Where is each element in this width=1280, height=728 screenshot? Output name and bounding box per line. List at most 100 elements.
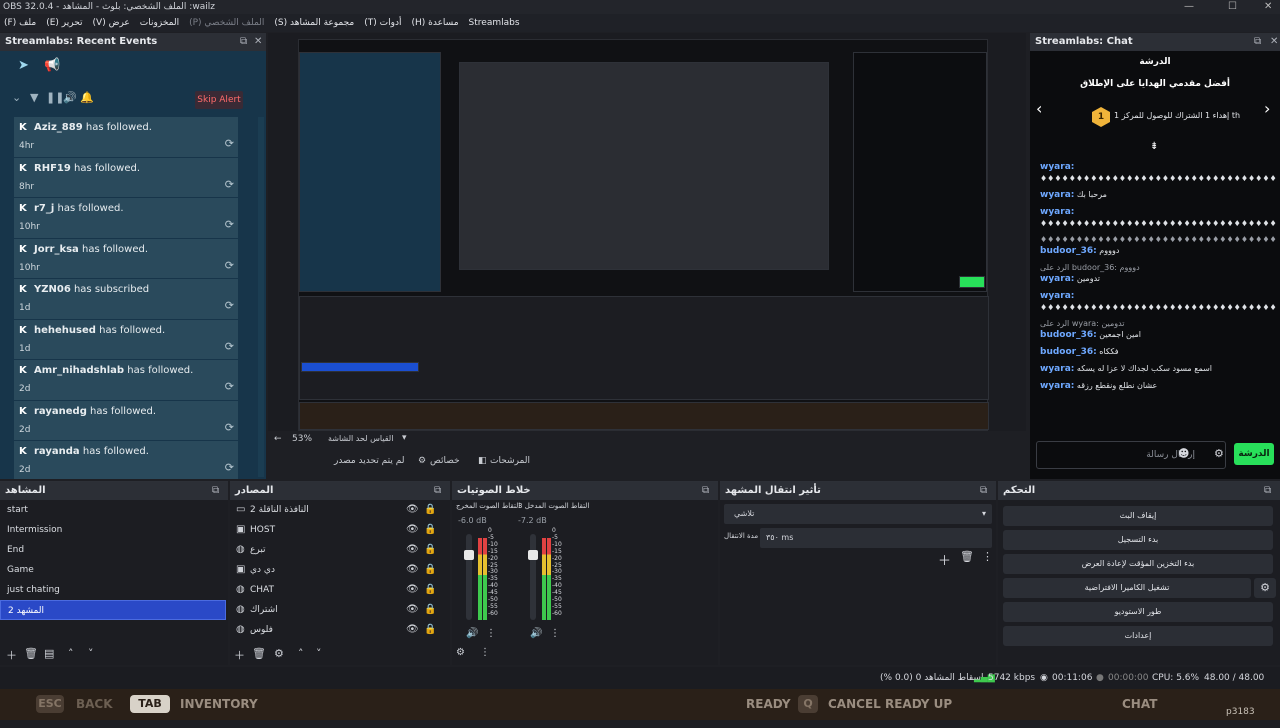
replay-icon[interactable]: ⟳ [225,299,234,312]
float-icon[interactable]: ⧉ [702,482,709,500]
maximize-icon[interactable]: ☐ [1228,0,1237,14]
gear-icon[interactable]: ⚙ [418,456,426,466]
control-button-3[interactable]: تشغيل الكاميرا الافتراضية [1003,578,1251,598]
lock-icon[interactable]: 🔒 [424,520,436,540]
replay-icon[interactable]: ⟳ [225,259,234,272]
channel-2-slider-handle[interactable] [528,550,538,560]
filter-icon[interactable]: ◧ [478,456,487,466]
skip-alert-button[interactable]: Skip Alert [195,91,243,109]
event-item[interactable]: K RHF19 has followed. 8hr ⟳ [14,157,238,198]
scene-item[interactable]: Intermission [0,520,226,540]
fit-scale-label[interactable]: القياس لحد الشاشة [328,434,393,443]
control-button-2[interactable]: بدء التخزين المؤقت لإعادة العرض [1003,554,1273,574]
channel-1-slider-handle[interactable] [464,550,474,560]
lock-icon[interactable]: 🔒 [424,560,436,580]
chevron-left-icon[interactable]: ‹ [1036,99,1042,118]
chevron-down-icon[interactable]: ˅ [316,647,322,661]
trash-icon[interactable]: 🗑 [960,550,974,563]
volume-icon[interactable]: 🔊 [466,628,478,639]
scene-item[interactable]: just chating [0,580,226,600]
chat-username[interactable]: budoor_36: [1040,330,1097,340]
replay-icon[interactable]: ⟳ [225,421,234,434]
gear-icon[interactable]: ⚙ [274,647,284,661]
transition-type-select[interactable]: تلاشي ▾ [724,504,992,524]
events-scrollbar[interactable] [258,117,264,477]
eye-icon[interactable]: 👁 [406,520,419,540]
eye-icon[interactable]: 👁 [406,620,419,640]
source-item[interactable]: ▭ النافذة الناقلة 2 👁 🔒 [230,500,448,520]
menu-item-3[interactable]: المخزونات [140,14,179,32]
float-icon[interactable]: ⧉ [1254,33,1261,51]
gear-icon[interactable]: ⚙ [1214,447,1224,460]
pause-icon[interactable]: ❚❚ [46,91,64,104]
source-item[interactable]: ◍ فلوس 👁 🔒 [230,620,448,640]
properties-button[interactable]: خصائص [430,456,460,466]
lock-icon[interactable]: 🔒 [424,500,436,520]
more-icon[interactable]: ⋮ [550,628,560,639]
chat-username[interactable]: wyara: [1040,381,1074,391]
menu-item-8[interactable]: Streamlabs [469,14,520,32]
chat-username[interactable]: budoor_36: [1040,246,1097,256]
volume-icon[interactable]: 🔊 [63,91,77,104]
scene-item[interactable]: Game [0,560,226,580]
duration-input[interactable]: ٣٥٠ ms [760,528,992,548]
float-icon[interactable]: ⧉ [212,482,219,500]
stream-preview-screen[interactable] [298,39,989,431]
mixer-settings-icon[interactable]: ⚙ [456,647,465,661]
close-panel-icon[interactable]: ✕ [254,33,262,51]
eye-icon[interactable]: 👁 [406,580,419,600]
menu-item-1[interactable]: (E) تحرير [46,14,82,32]
send-icon[interactable]: ➤ [18,58,29,73]
more-icon[interactable]: ⋮ [486,628,496,639]
chat-username[interactable]: wyara: [1040,364,1074,374]
filter-icon[interactable]: ▤ [44,647,54,661]
pin-icon[interactable]: ⇟ [1150,141,1158,152]
chat-username[interactable]: wyara: [1040,274,1074,284]
replay-icon[interactable]: ⟳ [225,137,234,150]
float-icon[interactable]: ⧉ [240,33,247,51]
add-icon[interactable]: ＋ [6,647,17,662]
replay-icon[interactable]: ⟳ [225,340,234,353]
source-item[interactable]: ▣ HOST 👁 🔒 [230,520,448,540]
menu-item-0[interactable]: (F) ملف [4,14,36,32]
chat-username[interactable]: wyara: [1040,190,1074,200]
chat-username[interactable]: wyara: [1040,291,1074,301]
chevron-right-icon[interactable]: › [1264,99,1270,118]
channel-1-slider[interactable] [466,534,472,620]
chat-username[interactable]: budoor_36: [1040,347,1097,357]
control-button-0[interactable]: إيقاف البث [1003,506,1273,526]
chevron-down-icon[interactable]: ˅ [88,647,94,661]
gear-icon[interactable]: ⚙ [1254,578,1276,598]
channel-2-slider[interactable] [530,534,536,620]
event-item[interactable]: Khehehused has followed. 1d ⟳ [14,319,238,360]
bell-icon[interactable]: 🔔 [80,91,94,104]
source-item[interactable]: ◍ اشتراك 👁 🔒 [230,600,448,620]
replay-icon[interactable]: ⟳ [225,380,234,393]
chat-input[interactable]: إرسال رسالة [1036,441,1226,469]
add-icon[interactable]: ＋ [234,647,245,662]
chat-username[interactable]: wyara: [1040,162,1074,172]
eye-icon[interactable]: 👁 [406,500,419,520]
event-item[interactable]: K Jorr_ksa has followed. 10hr ⟳ [14,238,238,279]
scene-item[interactable]: المشهد 2 [0,600,226,620]
replay-icon[interactable]: ⟳ [225,218,234,231]
float-icon[interactable]: ⧉ [980,482,987,500]
lock-icon[interactable]: 🔒 [424,540,436,560]
trash-icon[interactable]: 🗑 [252,647,266,661]
source-item[interactable]: ◍ تبرع 👁 🔒 [230,540,448,560]
float-icon[interactable]: ⧉ [1264,482,1271,500]
volume-icon[interactable]: 🔊 [530,628,542,639]
more-icon[interactable]: ⋮ [982,550,993,563]
float-icon[interactable]: ⧉ [434,482,441,500]
eye-icon[interactable]: 👁 [406,560,419,580]
menu-item-4[interactable]: (P) الملف الشخصي [189,14,264,32]
menu-item-6[interactable]: (T) أدوات [364,14,401,32]
filter-icon[interactable]: ▼ [30,91,38,104]
eye-icon[interactable]: 👁 [406,540,419,560]
control-button-5[interactable]: إعدادات [1003,626,1273,646]
chevron-down-icon[interactable]: ⌄ [12,91,21,104]
scene-item[interactable]: start [0,500,226,520]
megaphone-icon[interactable]: 📢 [44,58,60,73]
more-icon[interactable]: ⋮ [480,647,490,661]
replay-icon[interactable]: ⟳ [225,461,234,474]
